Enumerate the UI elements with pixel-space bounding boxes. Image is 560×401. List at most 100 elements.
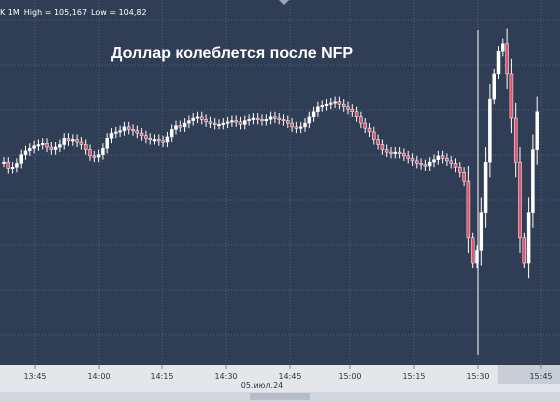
candle-body bbox=[492, 73, 496, 100]
candle-body bbox=[101, 148, 105, 155]
candle-body bbox=[122, 126, 127, 131]
candle-body bbox=[10, 166, 15, 169]
scroll-marker-icon[interactable] bbox=[279, 0, 289, 5]
x-tick-label: 14:00 bbox=[87, 372, 110, 381]
candle-body bbox=[298, 126, 303, 129]
x-tick-label: 14:15 bbox=[150, 372, 173, 381]
candle-body bbox=[96, 154, 101, 158]
candle-body bbox=[83, 144, 88, 150]
instrument-label: K 1M bbox=[0, 8, 20, 17]
chart-headline: Доллар колеблется после NFP bbox=[111, 45, 354, 62]
candle-body bbox=[277, 117, 281, 120]
candle-body bbox=[501, 43, 505, 52]
candle-body bbox=[294, 126, 299, 129]
date-label: 05.июл.24 bbox=[241, 381, 284, 390]
candle-body bbox=[105, 137, 109, 149]
candle-body bbox=[255, 117, 260, 120]
candle-body bbox=[316, 106, 320, 112]
candle-body bbox=[40, 143, 45, 146]
candle-body bbox=[286, 120, 290, 124]
candle-body bbox=[415, 160, 419, 164]
candle-body bbox=[423, 164, 428, 167]
candle-body bbox=[380, 144, 385, 150]
x-tick-label: 14:30 bbox=[214, 372, 237, 381]
candle-body bbox=[458, 166, 462, 173]
candle-body bbox=[427, 161, 432, 167]
candle-body bbox=[28, 148, 32, 152]
candle-body bbox=[324, 103, 329, 106]
candle-body bbox=[148, 137, 152, 140]
candle-body bbox=[389, 151, 393, 154]
price-info-line: K 1M High = 105,167 Low = 104,82 bbox=[0, 8, 151, 17]
candle-body bbox=[303, 122, 307, 128]
candle-body bbox=[260, 119, 264, 122]
candle-body bbox=[204, 119, 208, 123]
scrollbar-thumb[interactable] bbox=[250, 393, 310, 400]
low-value: Low = 104,82 bbox=[91, 8, 147, 17]
candle-body bbox=[518, 161, 522, 239]
x-tick-label: 15:45 bbox=[529, 372, 552, 381]
candle-body bbox=[62, 137, 66, 145]
candle-body bbox=[131, 129, 135, 132]
candle-body bbox=[32, 145, 36, 149]
candle-body bbox=[419, 163, 423, 166]
candle-body bbox=[496, 50, 501, 75]
candle-body bbox=[522, 237, 527, 264]
candle-body bbox=[79, 141, 84, 145]
candle-body bbox=[372, 131, 376, 140]
candle-body bbox=[531, 149, 535, 213]
candle-body bbox=[445, 158, 449, 162]
candle-body bbox=[526, 212, 531, 264]
candle-body bbox=[230, 120, 234, 123]
candle-body bbox=[307, 116, 312, 124]
chart-area: 13:45 14:00 14:15 14:30 14:45 15:00 15:15 15:30… bbox=[0, 0, 560, 401]
candle-body bbox=[251, 117, 256, 120]
candle-body bbox=[281, 119, 286, 122]
candle-body bbox=[290, 122, 294, 128]
candle-body bbox=[346, 106, 350, 110]
candle-body bbox=[238, 121, 243, 125]
candle-body bbox=[367, 127, 372, 133]
candle-body bbox=[513, 117, 518, 163]
candle-body bbox=[15, 163, 19, 168]
candle-body bbox=[187, 120, 191, 124]
x-tick-label: 15:15 bbox=[402, 372, 425, 381]
candle-body bbox=[157, 139, 161, 142]
candle-body bbox=[165, 136, 170, 143]
candle-body bbox=[384, 149, 389, 153]
candle-body bbox=[135, 130, 140, 134]
x-tick-label: 15:00 bbox=[338, 372, 361, 381]
candle-body bbox=[53, 146, 58, 150]
candle-body bbox=[182, 122, 187, 128]
candle-body bbox=[505, 43, 509, 75]
candle-body bbox=[410, 158, 415, 162]
candle-body bbox=[225, 121, 230, 124]
x-tick-label: 14:45 bbox=[278, 372, 301, 381]
candle-body bbox=[509, 73, 514, 119]
candle-body bbox=[200, 116, 204, 120]
candle-body bbox=[440, 155, 445, 159]
candle-body bbox=[178, 125, 183, 128]
candle-body bbox=[45, 143, 49, 148]
candle-body bbox=[139, 132, 144, 136]
candle-body bbox=[453, 163, 458, 168]
candle-body bbox=[49, 146, 54, 150]
candle-body bbox=[449, 160, 453, 164]
candle-body bbox=[470, 237, 475, 264]
candle-body bbox=[126, 126, 131, 130]
candle-body bbox=[71, 139, 75, 142]
candle-body bbox=[243, 120, 247, 125]
candle-body bbox=[479, 212, 484, 251]
candle-body bbox=[466, 180, 471, 239]
candle-body bbox=[363, 122, 367, 129]
candle-body bbox=[311, 111, 316, 118]
candle-body bbox=[23, 150, 28, 155]
candle-body bbox=[144, 135, 148, 139]
candle-body bbox=[337, 101, 342, 105]
candle-body bbox=[350, 108, 355, 112]
candle-body bbox=[174, 125, 178, 130]
candle-body bbox=[436, 155, 441, 160]
candle-body bbox=[2, 161, 6, 164]
candle-body bbox=[6, 161, 11, 169]
candle-body bbox=[264, 119, 269, 122]
